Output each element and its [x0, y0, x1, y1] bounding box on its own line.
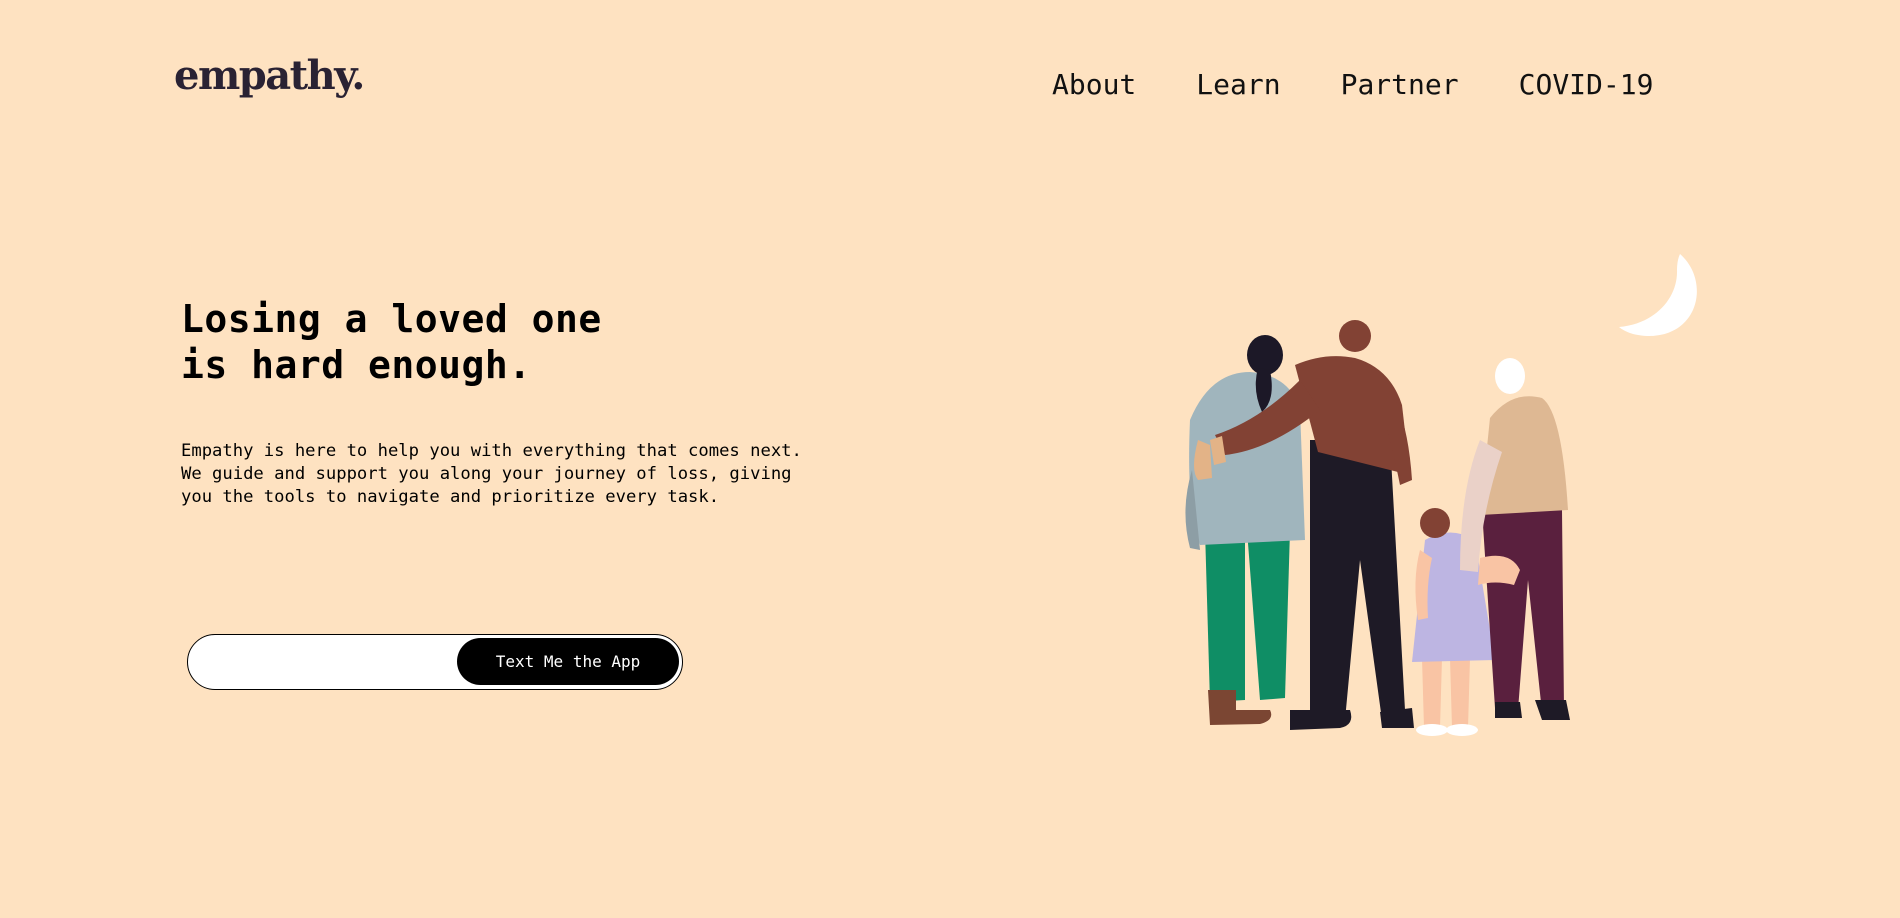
crescent-moon-icon	[1619, 254, 1697, 336]
elder-figure	[1460, 358, 1570, 720]
main-nav: About Learn Partner COVID-19	[1052, 68, 1653, 102]
family-group-illustration	[1185, 254, 1697, 736]
phone-number-input[interactable]	[206, 643, 450, 683]
hero-description-line-1: Empathy is here to help you with everyth…	[181, 441, 802, 461]
nav-item-about[interactable]: About	[1052, 68, 1136, 102]
hero-description-line-2: We guide and support you along your jour…	[181, 464, 792, 484]
nav-item-learn[interactable]: Learn	[1196, 68, 1280, 102]
empathy-logo[interactable]: empathy.	[174, 56, 365, 96]
nav-item-covid-19[interactable]: COVID-19	[1519, 68, 1654, 102]
hero-headline: Losing a loved one is hard enough.	[181, 296, 602, 388]
text-me-form: Text Me the App	[187, 634, 683, 690]
text-me-the-app-button[interactable]: Text Me the App	[457, 638, 679, 685]
hero-description-line-3: you the tools to navigate and prioritize…	[181, 487, 720, 507]
child-figure	[1412, 508, 1495, 736]
hero-headline-line-2: is hard enough.	[181, 343, 532, 387]
hero-description: Empathy is here to help you with everyth…	[181, 440, 802, 509]
nav-item-partner[interactable]: Partner	[1341, 68, 1459, 102]
hero-headline-line-1: Losing a loved one	[181, 297, 602, 341]
